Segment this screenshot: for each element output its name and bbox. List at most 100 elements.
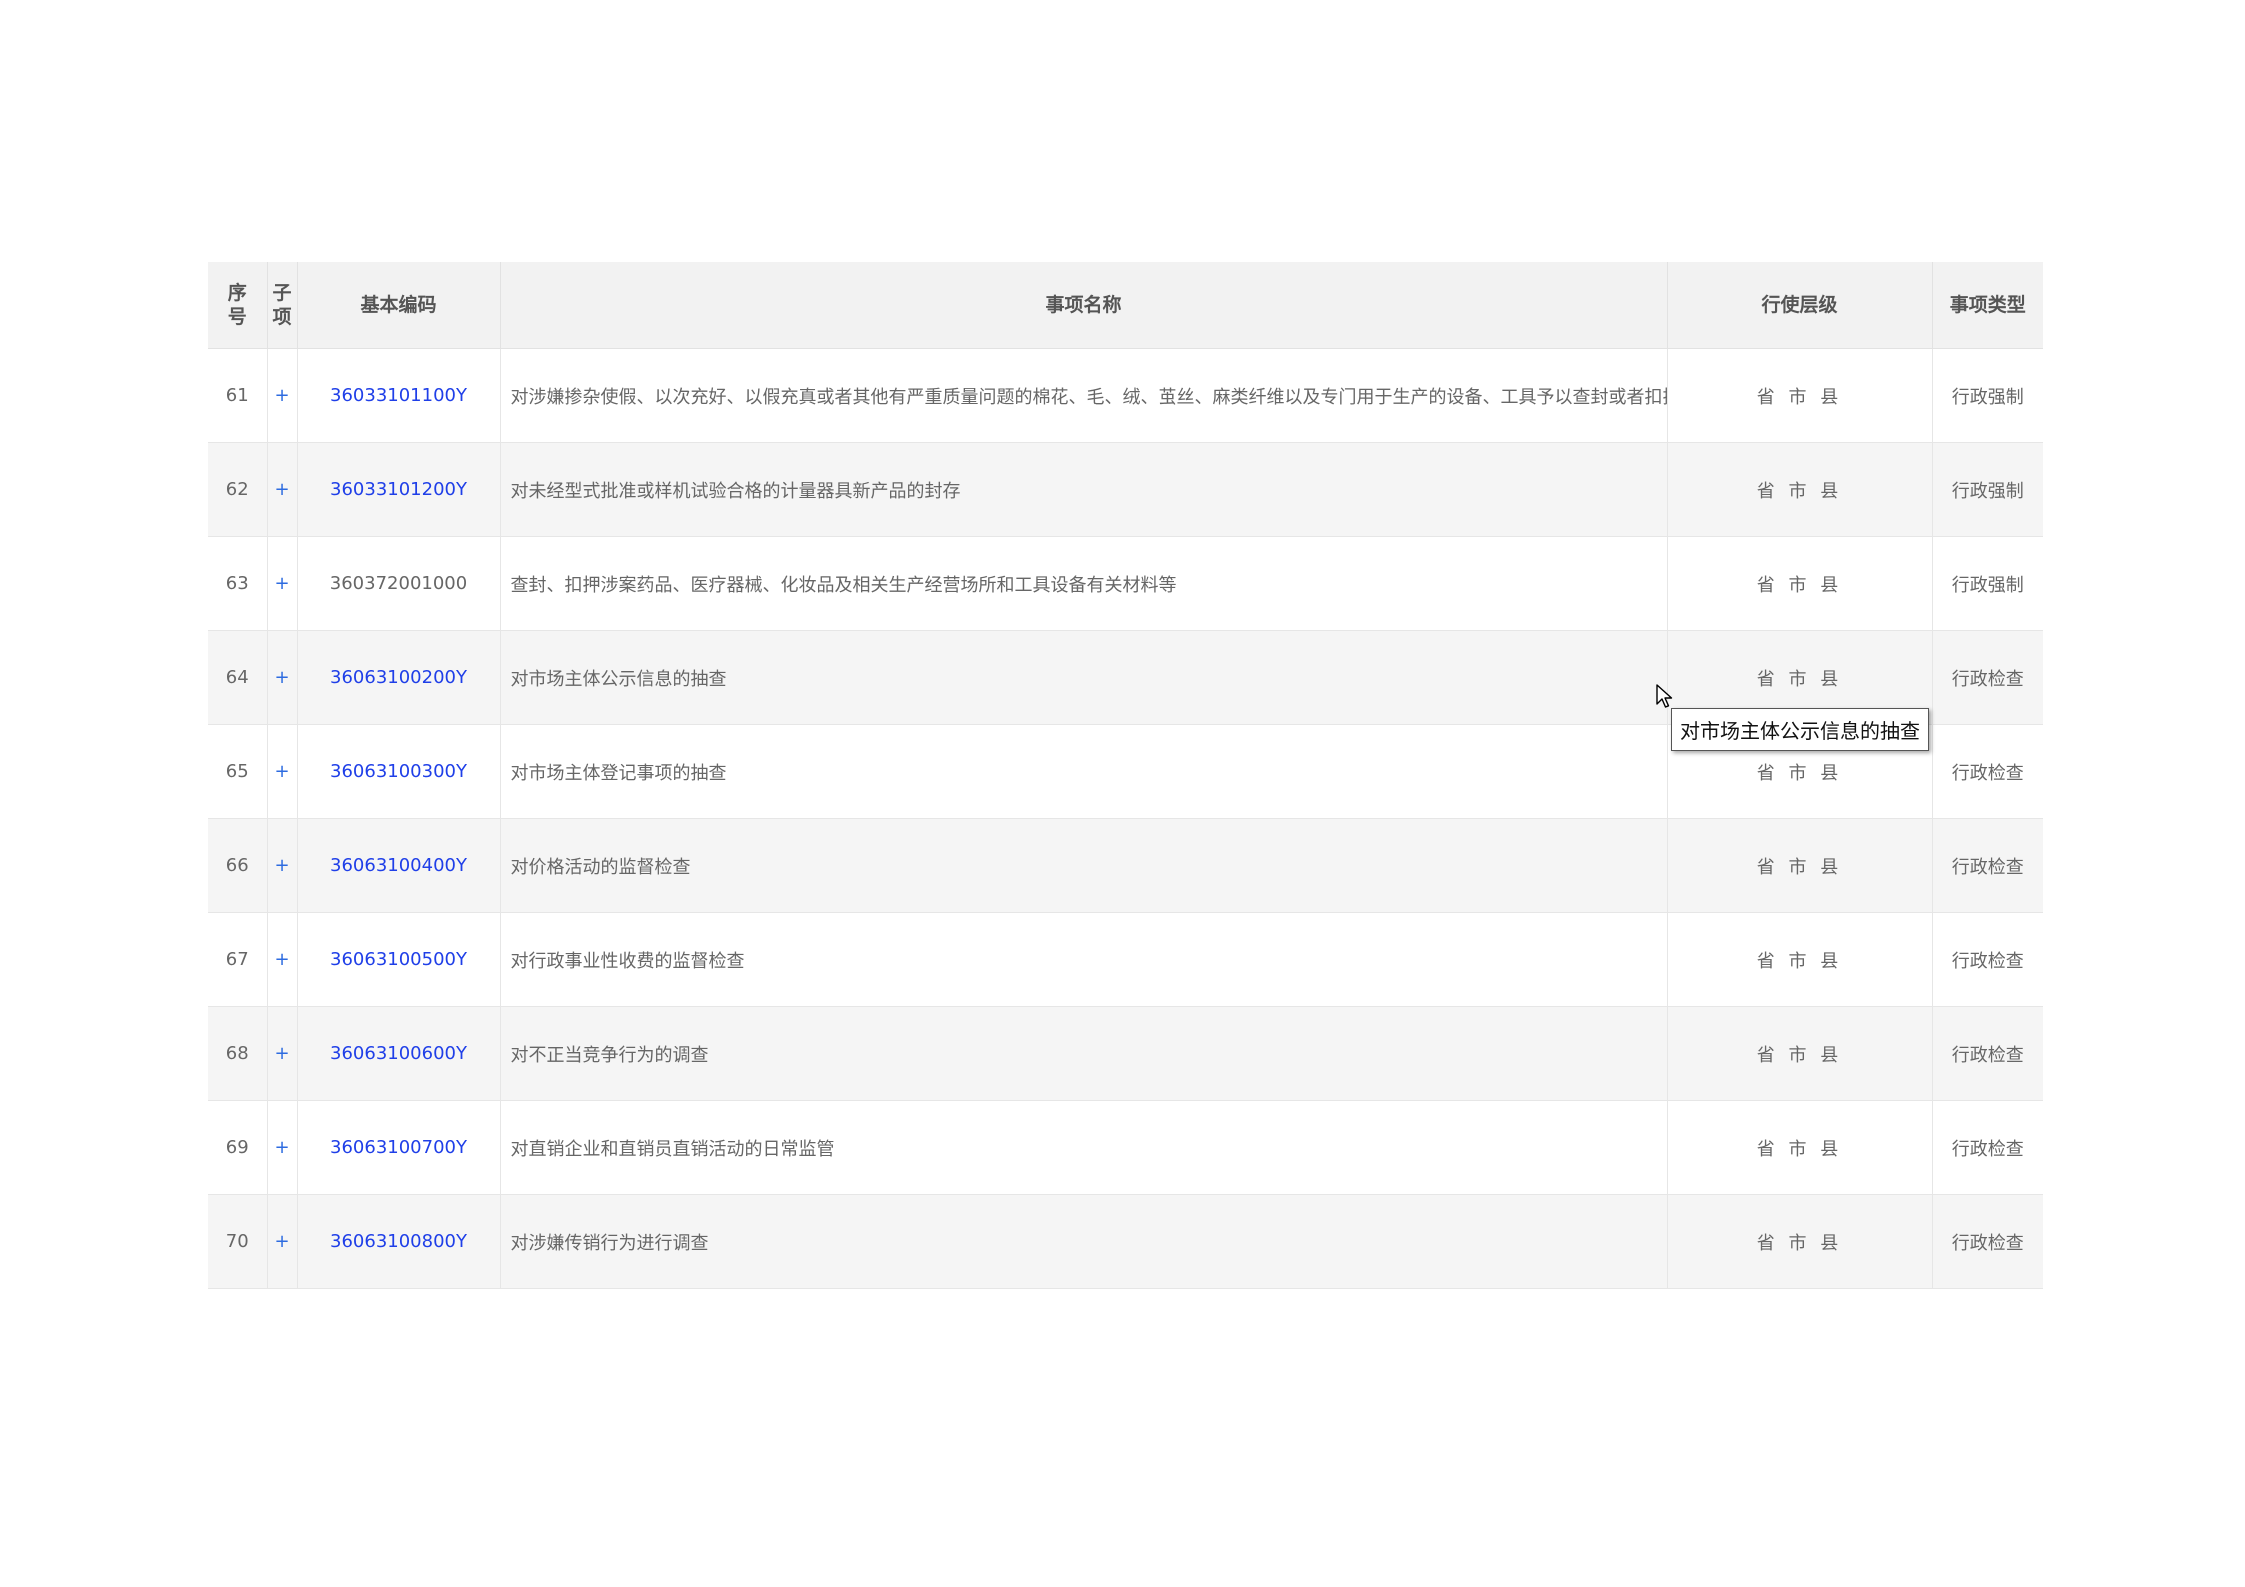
cell-name: 对市场主体公示信息的抽查 (500, 630, 1668, 725)
code-link[interactable]: 36063100200Y (330, 667, 467, 688)
cell-seq: 63 (208, 536, 268, 631)
cell-code[interactable]: 36033101200Y (297, 442, 501, 537)
cell-type: 行政强制 (1932, 442, 2043, 537)
header-name[interactable]: 事项名称 (500, 262, 1668, 349)
table-row[interactable]: 70 +36063100800Y 对涉嫌传销行为进行调查 省 市 县 行政检查 (208, 1194, 2043, 1289)
expand-plus-icon-text[interactable]: + (274, 949, 289, 970)
expand-plus-icon[interactable]: + (267, 536, 298, 631)
cell-seq-text: 65 (225, 761, 249, 782)
code-link[interactable]: 36033101200Y (330, 479, 467, 500)
code-link[interactable]: 36063100600Y (330, 1043, 467, 1064)
cell-level: 省 市 县 (1667, 1100, 1933, 1195)
cell-code[interactable]: 36063100800Y (297, 1194, 501, 1289)
table-header: 序 号 子 项 基本编码 事项名称 行使层级 事项类型 (208, 262, 2043, 349)
cell-level: 省 市 县 (1667, 536, 1933, 631)
cell-seq-text: 61 (225, 385, 249, 406)
header-seq[interactable]: 序 号 (208, 262, 268, 349)
expand-plus-icon[interactable]: + (267, 1006, 298, 1101)
cell-code[interactable]: 36063100300Y (297, 724, 501, 819)
cell-name-text: 对涉嫌传销行为进行调查 (510, 1232, 709, 1254)
cell-type: 行政检查 (1932, 1100, 2043, 1195)
expand-plus-icon-text[interactable]: + (274, 385, 289, 406)
cell-type-text: 行政强制 (1951, 386, 2024, 408)
code-link[interactable]: 36063100700Y (330, 1137, 467, 1158)
expand-plus-icon[interactable]: + (267, 442, 298, 537)
cell-seq: 68 (208, 1006, 268, 1101)
table-row[interactable]: 69 +36063100700Y 对直销企业和直销员直销活动的日常监管 省 市 县 行政… (208, 1100, 2043, 1195)
expand-plus-icon-text[interactable]: + (274, 667, 289, 688)
code-link[interactable]: 36063100400Y (330, 855, 467, 876)
expand-plus-icon-text[interactable]: + (274, 479, 289, 500)
cell-level-text: 省 市 县 (1756, 1044, 1843, 1066)
cell-level-text: 省 市 县 (1756, 856, 1843, 878)
expand-plus-icon-text[interactable]: + (274, 1043, 289, 1064)
hover-tooltip: 对市场主体公示信息的抽查 (1671, 708, 1929, 751)
expand-plus-icon-text[interactable]: + (274, 855, 289, 876)
cell-code: 360372001000 (297, 536, 501, 631)
table-row[interactable]: 62 +36033101200Y 对未经型式批准或样机试验合格的计量器具新产品的封存… (208, 442, 2043, 537)
cell-name: 对直销企业和直销员直销活动的日常监管 (500, 1100, 1668, 1195)
cell-type-text: 行政检查 (1951, 668, 2024, 690)
cell-code[interactable]: 36063100500Y (297, 912, 501, 1007)
expand-plus-icon-text[interactable]: + (274, 573, 289, 594)
expand-plus-icon[interactable]: + (267, 630, 298, 725)
cell-type: 行政检查 (1932, 912, 2043, 1007)
expand-plus-icon-text[interactable]: + (274, 1137, 289, 1158)
header-code[interactable]: 基本编码 (297, 262, 501, 349)
expand-plus-icon[interactable]: + (267, 348, 298, 443)
code-link[interactable]: 36033101100Y (330, 385, 467, 406)
expand-plus-icon[interactable]: + (267, 1100, 298, 1195)
header-sub-line2: 项 (272, 306, 292, 328)
cell-level-text: 省 市 县 (1756, 1232, 1843, 1254)
cell-name: 对不正当竞争行为的调查 (500, 1006, 1668, 1101)
cell-seq: 61 (208, 348, 268, 443)
header-seq-line2: 号 (227, 306, 247, 328)
cell-type: 行政检查 (1932, 818, 2043, 913)
cell-code[interactable]: 36033101100Y (297, 348, 501, 443)
expand-plus-icon[interactable]: + (267, 1194, 298, 1289)
matters-table-container: 序 号 子 项 基本编码 事项名称 行使层级 事项类型 61 +360331011… (208, 262, 2043, 1289)
cell-code[interactable]: 36063100700Y (297, 1100, 501, 1195)
table-row[interactable]: 61 +36033101100Y 对涉嫌掺杂使假、以次充好、以假充真或者其他有严重质… (208, 348, 2043, 443)
cell-type-text: 行政强制 (1951, 480, 2024, 502)
cell-name: 对市场主体登记事项的抽查 (500, 724, 1668, 819)
cell-name: 对未经型式批准或样机试验合格的计量器具新产品的封存 (500, 442, 1668, 537)
header-level[interactable]: 行使层级 (1667, 262, 1933, 349)
matters-table: 序 号 子 项 基本编码 事项名称 行使层级 事项类型 61 +360331011… (208, 262, 2043, 1289)
header-sub[interactable]: 子 项 (267, 262, 298, 349)
table-row[interactable]: 67 +36063100500Y 对行政事业性收费的监督检查 省 市 县 行政检查 (208, 912, 2043, 1007)
cell-name: 对涉嫌掺杂使假、以次充好、以假充真或者其他有严重质量问题的棉花、毛、绒、茧丝、麻… (500, 348, 1668, 443)
cell-name-text: 对不正当竞争行为的调查 (510, 1044, 709, 1066)
expand-plus-icon[interactable]: + (267, 912, 298, 1007)
expand-plus-icon[interactable]: + (267, 818, 298, 913)
cell-name: 对价格活动的监督检查 (500, 818, 1668, 913)
cell-type-text: 行政强制 (1951, 574, 2024, 596)
code-link[interactable]: 36063100500Y (330, 949, 467, 970)
table-row[interactable]: 66 +36063100400Y 对价格活动的监督检查 省 市 县 行政检查 (208, 818, 2043, 913)
cell-seq-text: 67 (225, 949, 249, 970)
cell-name-text: 对未经型式批准或样机试验合格的计量器具新产品的封存 (510, 480, 961, 502)
cell-code[interactable]: 36063100600Y (297, 1006, 501, 1101)
expand-plus-icon-text[interactable]: + (274, 761, 289, 782)
header-row: 序 号 子 项 基本编码 事项名称 行使层级 事项类型 (208, 262, 2043, 349)
cell-seq: 65 (208, 724, 268, 819)
cell-code[interactable]: 36063100400Y (297, 818, 501, 913)
cell-level-text: 省 市 县 (1756, 480, 1843, 502)
cell-type: 行政强制 (1932, 536, 2043, 631)
table-row[interactable]: 63 +360372001000 查封、扣押涉案药品、医疗器械、化妆品及相关生产经营… (208, 536, 2043, 631)
cell-seq: 62 (208, 442, 268, 537)
cell-level: 省 市 县 (1667, 1006, 1933, 1101)
mouse-pointer-icon (1656, 684, 1674, 714)
cell-name-text: 对直销企业和直销员直销活动的日常监管 (510, 1138, 835, 1160)
cell-code[interactable]: 36063100200Y (297, 630, 501, 725)
expand-plus-icon-text[interactable]: + (274, 1231, 289, 1252)
expand-plus-icon[interactable]: + (267, 724, 298, 819)
header-type[interactable]: 事项类型 (1932, 262, 2043, 349)
cell-type: 行政强制 (1932, 348, 2043, 443)
cell-seq: 66 (208, 818, 268, 913)
code-link[interactable]: 36063100800Y (330, 1231, 467, 1252)
cell-name: 对涉嫌传销行为进行调查 (500, 1194, 1668, 1289)
code-link[interactable]: 36063100300Y (330, 761, 467, 782)
table-row[interactable]: 68 +36063100600Y 对不正当竞争行为的调查 省 市 县 行政检查 (208, 1006, 2043, 1101)
cell-seq: 70 (208, 1194, 268, 1289)
